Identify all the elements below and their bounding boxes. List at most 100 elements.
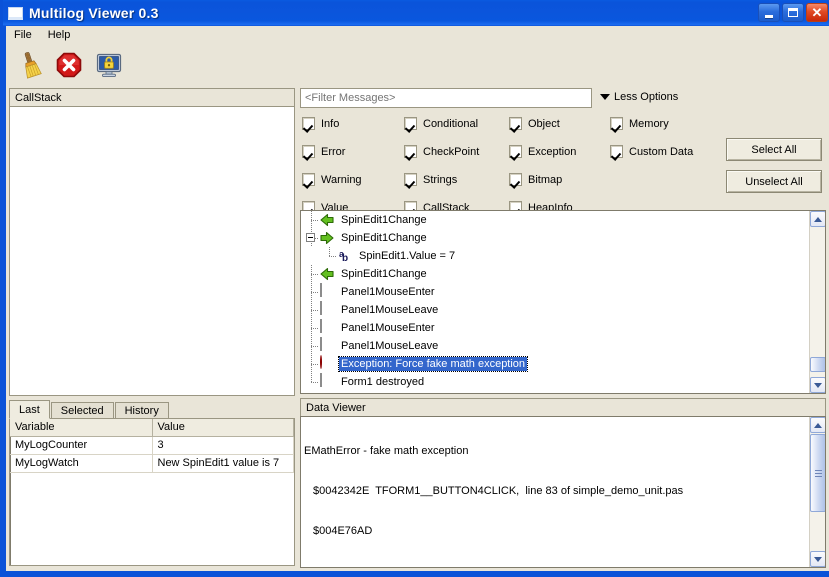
checkbox-box [610, 117, 623, 130]
data-viewer-header: Data Viewer [300, 398, 826, 417]
maximize-button[interactable] [782, 3, 804, 22]
checkbox-label: Error [321, 145, 346, 158]
list-item-label: SpinEdit1.Value = 7 [359, 250, 456, 262]
monitor-lock-icon [96, 53, 122, 78]
scroll-down-button[interactable] [810, 377, 825, 393]
checkbox-checkpoint[interactable]: CheckPoint [404, 142, 479, 161]
menu-item-help[interactable]: Help [40, 27, 79, 44]
checkbox-label: CheckPoint [423, 145, 480, 158]
list-item-label: SpinEdit1Change [341, 268, 427, 280]
column-header-variable[interactable]: Variable [10, 419, 153, 437]
tree-line [305, 355, 319, 373]
tree-line [305, 265, 319, 283]
list-item-label: Exception: Force fake math exception [337, 356, 529, 372]
variables-panel: Last Selected History Variable Value MyL… [9, 400, 295, 566]
window-title: Multilog Viewer 0.3 [29, 5, 159, 21]
checkbox-label: Bitmap [528, 173, 563, 186]
message-tree[interactable]: SpinEdit1Change SpinEdit1Change a b Spin… [300, 210, 826, 394]
list-item[interactable]: Panel1MouseLeave [301, 337, 808, 355]
list-item[interactable]: Panel1MouseEnter [301, 283, 808, 301]
lock-button[interactable] [92, 48, 126, 82]
checkbox-bitmap[interactable]: Bitmap [509, 170, 576, 189]
tree-line [305, 319, 319, 337]
close-icon: ✕ [811, 5, 823, 20]
tab-history[interactable]: History [114, 402, 169, 419]
checkbox-label: Warning [321, 173, 362, 186]
toolbar [6, 44, 829, 86]
list-item[interactable]: SpinEdit1Change [301, 229, 808, 247]
stop-button[interactable] [52, 48, 86, 82]
list-item-label: Panel1MouseLeave [341, 340, 439, 352]
stop-error-icon [56, 52, 82, 78]
tree-line [305, 337, 319, 355]
less-options-label: Less Options [614, 91, 679, 103]
minimize-button[interactable] [758, 3, 780, 22]
list-item-label: SpinEdit1Change [341, 232, 427, 244]
list-item[interactable]: Panel1MouseLeave [301, 301, 808, 319]
checkbox-box [404, 173, 417, 186]
table-row[interactable]: MyLogCounter 3 [10, 436, 294, 455]
checkbox-memory[interactable]: Memory [610, 114, 693, 133]
list-item[interactable]: ab SpinEdit1.Value = 7 [301, 247, 808, 265]
list-item-label: SpinEdit1Change [341, 214, 427, 226]
tab-selected[interactable]: Selected [50, 402, 114, 419]
list-item[interactable]: SpinEdit1Change [301, 265, 808, 283]
data-viewer[interactable]: EMathError - fake math exception $004234… [300, 416, 826, 568]
search-input[interactable] [300, 88, 592, 108]
list-item-selected[interactable]: Exception: Force fake math exception [301, 355, 808, 373]
scroll-down-button[interactable] [810, 551, 825, 567]
callstack-list[interactable] [9, 107, 295, 396]
stack-line: $0042342E TFORM1__BUTTON4CLICK, line 83 … [313, 485, 684, 497]
checkbox-object[interactable]: Object [509, 114, 576, 133]
bottom-tabstrip: Last Selected History [9, 400, 295, 419]
scroll-up-button[interactable] [810, 211, 825, 227]
close-button[interactable]: ✕ [806, 3, 828, 22]
checkbox-exception[interactable]: Exception [509, 142, 576, 161]
list-item-label: Panel1MouseLeave [341, 304, 439, 316]
table-row[interactable]: MyLogWatch New SpinEdit1 value is 7 [10, 454, 294, 473]
list-item[interactable]: Form1 destroyed [301, 373, 808, 391]
checkbox-label: Exception [528, 145, 577, 158]
chevron-up-icon [814, 216, 822, 222]
stack-line: $004E76AD [313, 524, 373, 537]
list-item[interactable]: SpinEdit1Change [301, 211, 808, 229]
checkbox-info[interactable]: Info [302, 114, 362, 133]
scrollbar-thumb[interactable] [810, 434, 825, 512]
checkbox-label: Memory [629, 117, 669, 130]
tree-line [305, 283, 319, 301]
callstack-header: CallStack [9, 88, 295, 107]
select-all-button[interactable]: Select All [726, 138, 822, 161]
checkbox-box [404, 117, 417, 130]
filter-row: Less Options [300, 88, 826, 110]
client-area: CallStack Last Selected History Variable… [6, 86, 829, 571]
document-icon [319, 337, 335, 354]
data-viewer-vertical-scrollbar[interactable] [809, 417, 825, 567]
checkbox-warning[interactable]: Warning [302, 170, 362, 189]
value-ab-icon: ab [339, 248, 349, 264]
message-tree-rows: SpinEdit1Change SpinEdit1Change a b Spin… [301, 211, 808, 393]
checkbox-label: Conditional [423, 117, 479, 130]
collapse-expander[interactable] [306, 233, 315, 242]
checkbox-box [509, 145, 522, 158]
menu-item-file[interactable]: File [6, 27, 40, 44]
table-header-row: Variable Value [10, 419, 294, 437]
list-item-label: Form1 destroyed [341, 376, 425, 388]
broom-icon [24, 52, 42, 79]
checkbox-strings[interactable]: Strings [404, 170, 479, 189]
checkbox-label: Object [528, 117, 560, 130]
unselect-all-button[interactable]: Unselect All [726, 170, 822, 193]
stack-line: $004DEA55 [304, 564, 807, 565]
less-options-toggle[interactable]: Less Options [600, 91, 678, 103]
tree-vertical-scrollbar[interactable] [809, 211, 825, 393]
scroll-up-button[interactable] [810, 417, 825, 433]
checkbox-conditional[interactable]: Conditional [404, 114, 479, 133]
checkbox-custom-data[interactable]: Custom Data [610, 142, 693, 161]
list-item[interactable]: Panel1MouseEnter [301, 319, 808, 337]
document-icon [319, 283, 335, 300]
checkbox-box [302, 117, 315, 130]
clear-button[interactable] [12, 48, 46, 82]
checkbox-error[interactable]: Error [302, 142, 362, 161]
column-header-value[interactable]: Value [152, 419, 294, 437]
tab-last[interactable]: Last [9, 400, 50, 419]
scrollbar-thumb[interactable] [810, 357, 825, 372]
